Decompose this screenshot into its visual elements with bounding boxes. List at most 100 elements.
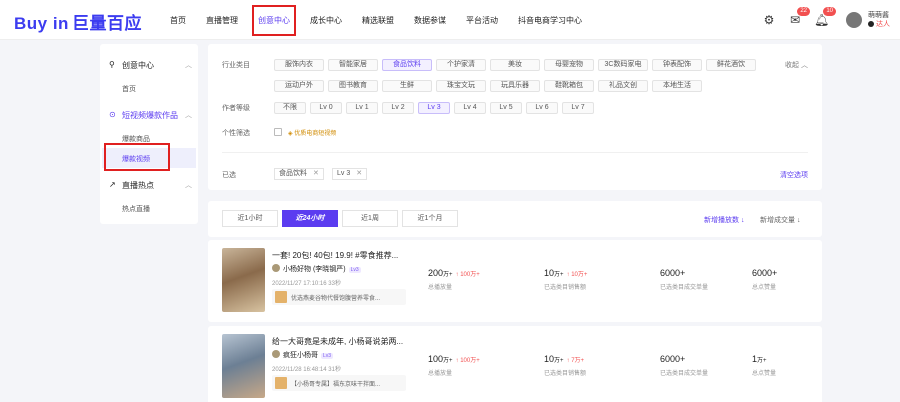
author-level-badge: Lv3 [321, 353, 334, 359]
industry-chip[interactable]: 服饰内衣 [274, 59, 324, 71]
brand-logo[interactable]: Buy in 巨量百应 [14, 9, 142, 34]
tab-24-hours[interactable]: 近24小时 [282, 210, 338, 227]
annotation-highlight-box [104, 143, 170, 171]
user-name: 萌萌酱 [868, 12, 889, 19]
sort-by-new-orders[interactable]: 新增成交量 ↓ [760, 215, 800, 225]
industry-chip[interactable]: 生鲜 [382, 80, 432, 92]
level-chip[interactable]: Lv 6 [526, 102, 558, 114]
tab-1-hour[interactable]: 近1小时 [222, 210, 278, 227]
sidebar: ⚲ 创意中心 ︿ 首页 ⊙ 短视频爆款作品 ︿ 爆款商品 [100, 44, 198, 224]
collapse-toggle[interactable]: 收起 ︿ [785, 60, 808, 70]
author-level-label: 作者等级 [222, 105, 250, 112]
industry-chip[interactable]: 美妆 [490, 59, 540, 71]
nav-creative-center[interactable]: 创意中心 [252, 4, 296, 36]
clear-filters-link[interactable]: 清空选项 [780, 170, 808, 180]
quality-video-checkbox[interactable] [274, 128, 282, 136]
linked-product[interactable]: 【小杨哥专属】福东京味干拌面... [272, 375, 406, 391]
quality-video-option[interactable]: ◈ 优质电商短视频 [288, 128, 336, 137]
level-chip[interactable]: Lv 1 [346, 102, 378, 114]
video-card[interactable]: 一套! 20包! 40包! 19.9! #零食推荐... 小杨好物 (李晓钢严)… [208, 240, 822, 322]
trend-chart-icon: ↗ [109, 180, 116, 189]
selected-filters-label: 已选 [222, 172, 236, 179]
stat-category-sales: 10万+ ↑ 10万+ 已选类目销售额 [544, 268, 588, 291]
tab-1-week[interactable]: 近1周 [342, 210, 398, 227]
time-range-tabs: 近1小时 近24小时 近1周 近1个月 新增播放数 ↓ 新增成交量 ↓ [208, 201, 822, 237]
level-chip[interactable]: Lv 0 [310, 102, 342, 114]
nav-learning-center[interactable]: 抖音电商学习中心 [518, 15, 582, 26]
close-icon[interactable]: ✕ [313, 170, 319, 177]
sidebar-item-home[interactable]: 首页 [122, 84, 136, 94]
industry-chip[interactable]: 图书教育 [328, 80, 378, 92]
location-pin-icon: ⚲ [109, 60, 115, 69]
video-author[interactable]: 疯狂小杨哥 Lv3 [272, 350, 334, 360]
chevron-up-icon: ︿ [185, 62, 192, 69]
sidebar-item-hot-live[interactable]: 热点直播 [122, 204, 150, 214]
bell-icon[interactable]: 🔔︎ 10 [814, 7, 836, 27]
level-chip[interactable]: Lv 5 [490, 102, 522, 114]
nav-live-management[interactable]: 直播管理 [206, 15, 238, 26]
industry-chip[interactable]: 3C数码家电 [598, 59, 648, 71]
level-chip[interactable]: Lv 4 [454, 102, 486, 114]
industry-chip[interactable]: 玩具乐器 [490, 80, 540, 92]
author-level-badge: Lv3 [348, 267, 361, 273]
industry-chip[interactable]: 运动户外 [274, 80, 324, 92]
video-author[interactable]: 小杨好物 (李晓钢严) Lv3 [272, 264, 361, 274]
video-publish-meta: 2022/11/27 17:10:16 33秒 [272, 281, 341, 287]
arrow-down-icon: ↓ [740, 217, 745, 224]
video-thumbnail[interactable] [222, 248, 265, 312]
nav-platform-activity[interactable]: 平台活动 [466, 15, 498, 26]
message-icon[interactable]: ✉ 22 [788, 7, 810, 27]
industry-chip[interactable]: 本地生活 [652, 80, 702, 92]
shield-icon: ◈ [288, 131, 293, 137]
selected-tag-industry[interactable]: 食品饮料 ✕ [274, 168, 324, 180]
message-count-badge: 22 [797, 7, 810, 16]
stat-category-orders: 6000+ 已选类目成交单量 [660, 268, 709, 291]
product-image [275, 377, 287, 389]
filter-divider [222, 152, 808, 153]
user-avatar[interactable] [846, 12, 862, 28]
chevron-up-icon: ︿ [185, 112, 192, 119]
close-icon[interactable]: ✕ [356, 170, 362, 177]
industry-chip[interactable]: 钟表配饰 [652, 59, 702, 71]
sort-by-new-plays[interactable]: 新增播放数 ↓ [704, 215, 744, 225]
chevron-up-icon: ︿ [185, 182, 192, 189]
stat-category-orders: 6000+ 已选类目成交单量 [660, 354, 709, 377]
industry-chip[interactable]: 珠宝文玩 [436, 80, 486, 92]
product-image [275, 291, 287, 303]
author-avatar [272, 264, 280, 272]
industry-chip[interactable]: 母婴宠物 [544, 59, 594, 71]
nav-selected-alliance[interactable]: 精选联盟 [362, 15, 394, 26]
industry-chip[interactable]: 智能家居 [328, 59, 378, 71]
industry-chip[interactable]: 礼品文创 [598, 80, 648, 92]
video-thumbnail[interactable] [222, 334, 265, 398]
level-chip[interactable]: Lv 2 [382, 102, 414, 114]
tab-1-month[interactable]: 近1个月 [402, 210, 458, 227]
level-chip[interactable]: Lv 7 [562, 102, 594, 114]
stat-total-likes: 6000+ 总点赞量 [752, 268, 778, 291]
industry-chip[interactable]: 鲜花酒饮 [706, 59, 756, 71]
stat-total-plays: 100万+ ↑ 100万+ 总播放量 [428, 354, 480, 377]
level-chip-selected[interactable]: Lv 3 [418, 102, 450, 114]
industry-chip[interactable]: 鞋靴箱包 [544, 80, 594, 92]
main-nav: 首页 直播管理 创意中心 成长中心 精选联盟 数据参谋 平台活动 抖音电商学习中… [170, 0, 602, 40]
top-navigation-bar: Buy in 巨量百应 首页 直播管理 创意中心 成长中心 精选联盟 数据参谋 平… [0, 0, 900, 40]
settings-icon[interactable]: ⚙ [762, 13, 776, 27]
nav-home[interactable]: 首页 [170, 15, 186, 26]
video-publish-meta: 2022/11/28 16:48:14 31秒 [272, 367, 341, 373]
video-card[interactable]: 给一大哥竟是未成年, 小杨哥说弟两... 疯狂小杨哥 Lv3 2022/11/28… [208, 326, 822, 402]
douyin-icon [868, 21, 874, 27]
selected-tag-level[interactable]: Lv 3 ✕ [332, 168, 368, 180]
user-info[interactable]: 萌萌酱 达人 [868, 11, 890, 29]
filter-panel: 行业类目 服饰内衣 智能家居 食品饮料 个护家清 美妆 母婴宠物 3C数码家电 … [208, 44, 822, 190]
user-role-tag: 达人 [876, 21, 890, 28]
nav-data-advisor[interactable]: 数据参谋 [414, 15, 446, 26]
industry-chip-selected[interactable]: 食品饮料 [382, 59, 432, 71]
nav-growth-center[interactable]: 成长中心 [310, 15, 342, 26]
level-chip[interactable]: 不限 [274, 102, 306, 114]
linked-product[interactable]: 优选燕麦谷物代餐饱腹营养零食... [272, 289, 406, 305]
chevron-up-icon: ︿ [801, 62, 808, 69]
industry-chip[interactable]: 个护家清 [436, 59, 486, 71]
industry-filter-label: 行业类目 [222, 62, 250, 69]
video-title[interactable]: 给一大哥竟是未成年, 小杨哥说弟两... [272, 336, 403, 347]
video-title[interactable]: 一套! 20包! 40包! 19.9! #零食推荐... [272, 250, 398, 261]
